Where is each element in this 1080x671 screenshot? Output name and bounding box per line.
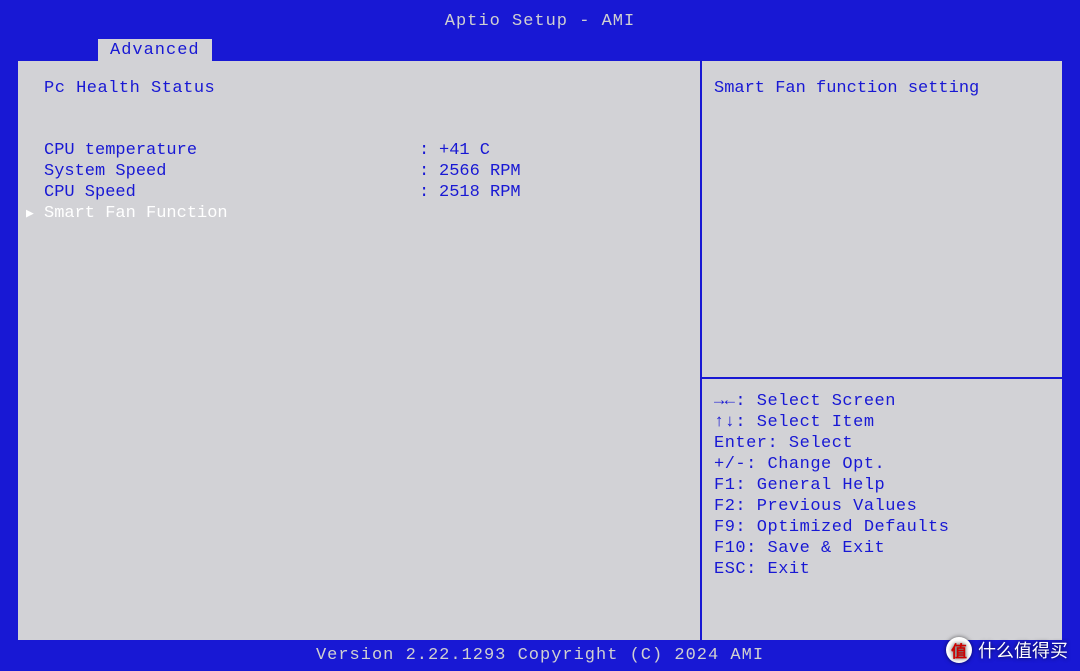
- item-cpu-temp: CPU temperature : +41 C: [18, 140, 700, 161]
- separator: :: [419, 140, 439, 161]
- item-label: CPU Speed: [44, 182, 419, 203]
- item-value: 2566 RPM: [439, 161, 700, 182]
- item-label: CPU temperature: [44, 140, 419, 161]
- key-esc: ESC: Exit: [714, 559, 1050, 580]
- right-column: Smart Fan function setting →←: Select Sc…: [702, 61, 1062, 640]
- key-previous-values: F2: Previous Values: [714, 496, 1050, 517]
- submenu-arrow-icon: ▶: [26, 203, 44, 224]
- footer-version: Version 2.22.1293 Copyright (C) 2024 AMI: [16, 642, 1064, 665]
- item-value: +41 C: [439, 140, 700, 161]
- watermark-text: 什么值得买: [978, 637, 1068, 663]
- key-general-help: F1: General Help: [714, 475, 1050, 496]
- tab-advanced[interactable]: Advanced: [96, 39, 214, 62]
- watermark-badge-icon: 值: [946, 637, 972, 663]
- key-change-opt: +/-: Change Opt.: [714, 454, 1050, 475]
- key-enter: Enter: Select: [714, 433, 1050, 454]
- main-panel: Pc Health Status CPU temperature : +41 C…: [18, 61, 702, 640]
- key-save-exit: F10: Save & Exit: [714, 538, 1050, 559]
- watermark: 值 什么值得买: [946, 637, 1068, 663]
- key-select-screen: →←: Select Screen: [714, 391, 1050, 412]
- submenu-smart-fan[interactable]: ▶ Smart Fan Function: [18, 203, 700, 224]
- item-system-speed: System Speed : 2566 RPM: [18, 161, 700, 182]
- item-cpu-speed: CPU Speed : 2518 RPM: [18, 182, 700, 203]
- panels: Pc Health Status CPU temperature : +41 C…: [16, 59, 1064, 642]
- submenu-label: Smart Fan Function: [44, 203, 228, 224]
- item-label: System Speed: [44, 161, 419, 182]
- separator: :: [419, 182, 439, 203]
- keys-panel: →←: Select Screen ↑↓: Select Item Enter:…: [702, 379, 1062, 640]
- bios-screen: Aptio Setup - AMI Advanced Pc Health Sta…: [0, 0, 1080, 671]
- key-select-item: ↑↓: Select Item: [714, 412, 1050, 433]
- section-title: Pc Health Status: [18, 79, 700, 98]
- separator: :: [419, 161, 439, 182]
- help-text: Smart Fan function setting: [714, 79, 1050, 98]
- title-bar: Aptio Setup - AMI: [16, 10, 1064, 39]
- item-value: 2518 RPM: [439, 182, 700, 203]
- tab-row: Advanced: [96, 39, 1064, 61]
- help-panel: Smart Fan function setting: [702, 61, 1062, 379]
- key-optimized-defaults: F9: Optimized Defaults: [714, 517, 1050, 538]
